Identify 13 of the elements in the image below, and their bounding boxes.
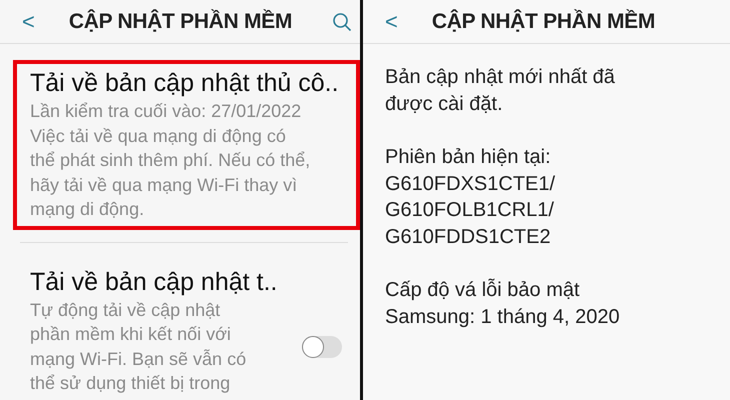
search-icon[interactable] [332, 12, 352, 32]
setting-description: Tự động tải về cập nhật phần mềm khi kết nối với mạng Wi-Fi. Bạn sẽ vẫn có thể sử dụng thiết bị trong [30, 298, 246, 395]
info-text: Bản cập nhật mới nhất đã được cài đặt. [385, 65, 616, 116]
setting-title[interactable]: Tải về bản cập nhật thủ cô.. [30, 67, 356, 99]
back-button[interactable]: < [22, 10, 35, 32]
toggle-switch[interactable] [302, 336, 342, 358]
setting-description: Lần kiểm tra cuối vào: 27/01/2022 Việc tải về qua mạng di động có thể phát sinh thêm phí. Nếu có thể, hãy tải về qua mạng Wi-Fi thay vì mạng di động. [30, 100, 310, 221]
setting-title[interactable]: Tải về bản cập nhật t.. [30, 266, 356, 298]
info-text: Cấp độ vá lỗi bảo mật Samsung: 1 tháng 4, 2020 [385, 278, 621, 330]
back-button[interactable]: < [385, 10, 398, 32]
screen-title: CẬP NHẬT PHẦN MỀM [68, 8, 292, 35]
screen-title: CẬP NHẬT PHẦN MỀM [432, 8, 656, 35]
info-text: Phiên bản hiện tại: G610FDXS1CTE1/ G610FOLB1CRL1/ G610FDDS1CTE2 [385, 145, 556, 250]
